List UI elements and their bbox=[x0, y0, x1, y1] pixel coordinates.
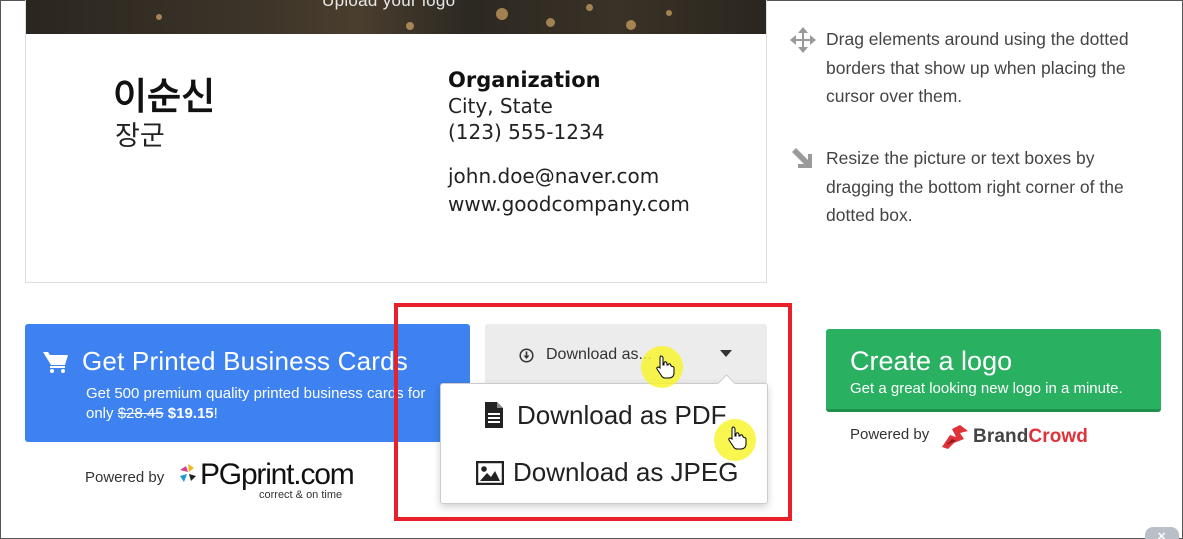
annotation-highlight-box bbox=[394, 303, 792, 521]
create-logo-button[interactable]: Create a logo Get a great looking new lo… bbox=[826, 329, 1161, 412]
card-city-state[interactable]: City, State bbox=[448, 94, 553, 118]
powered-by-label: Powered by bbox=[850, 426, 930, 443]
close-tab-button[interactable]: ✕ bbox=[1145, 527, 1179, 539]
tip-drag-text: Drag elements around using the dotted bo… bbox=[826, 29, 1129, 106]
create-logo-subtitle: Get a great looking new logo in a minute… bbox=[850, 380, 1123, 397]
powered-by-label: Powered by bbox=[85, 469, 165, 486]
tip-resize-text: Resize the picture or text boxes by drag… bbox=[826, 148, 1124, 225]
hand-cursor-icon bbox=[727, 426, 747, 450]
pgprint-mark-icon bbox=[180, 464, 196, 482]
move-arrows-icon bbox=[790, 27, 816, 53]
old-price: $28.45 bbox=[117, 405, 164, 422]
brandcrowd-logo[interactable]: BrandCrowd bbox=[940, 420, 1100, 450]
shopping-cart-icon bbox=[43, 351, 69, 373]
card-job-title[interactable]: 장군 bbox=[115, 114, 165, 153]
hand-cursor-icon bbox=[655, 355, 675, 379]
business-card-preview[interactable]: Upload your logo 이순신 장군 Organization Cit… bbox=[25, 0, 767, 283]
create-logo-title: Create a logo bbox=[850, 346, 1013, 376]
pgprint-logo-text: PGprint.com bbox=[200, 458, 355, 491]
resize-arrow-icon bbox=[790, 146, 816, 168]
brand-word: Brand bbox=[973, 426, 1029, 447]
card-email[interactable]: john.doe@naver.com bbox=[448, 164, 659, 188]
pgprint-tagline: correct & on time bbox=[259, 489, 343, 501]
new-price: $19.15 bbox=[167, 405, 214, 422]
card-organization[interactable]: Organization bbox=[448, 68, 601, 92]
print-button-title[interactable]: Get Printed Business Cards bbox=[82, 346, 408, 377]
crowd-word: Crowd bbox=[1028, 426, 1089, 447]
brandcrowd-text: BrandCrowd bbox=[973, 426, 1088, 448]
pgprint-logo[interactable]: PGprint.com correct & on time bbox=[178, 458, 358, 504]
card-website[interactable]: www.goodcompany.com bbox=[448, 192, 690, 216]
card-logo-banner[interactable]: Upload your logo bbox=[26, 0, 766, 34]
offer-suffix: ! bbox=[213, 405, 218, 422]
close-icon: ✕ bbox=[1157, 531, 1167, 539]
card-phone[interactable]: (123) 555-1234 bbox=[448, 120, 604, 144]
brandcrowd-mark-icon bbox=[942, 425, 968, 449]
upload-logo-text[interactable]: Upload your logo bbox=[322, 0, 455, 11]
card-name[interactable]: 이순신 bbox=[113, 66, 215, 120]
